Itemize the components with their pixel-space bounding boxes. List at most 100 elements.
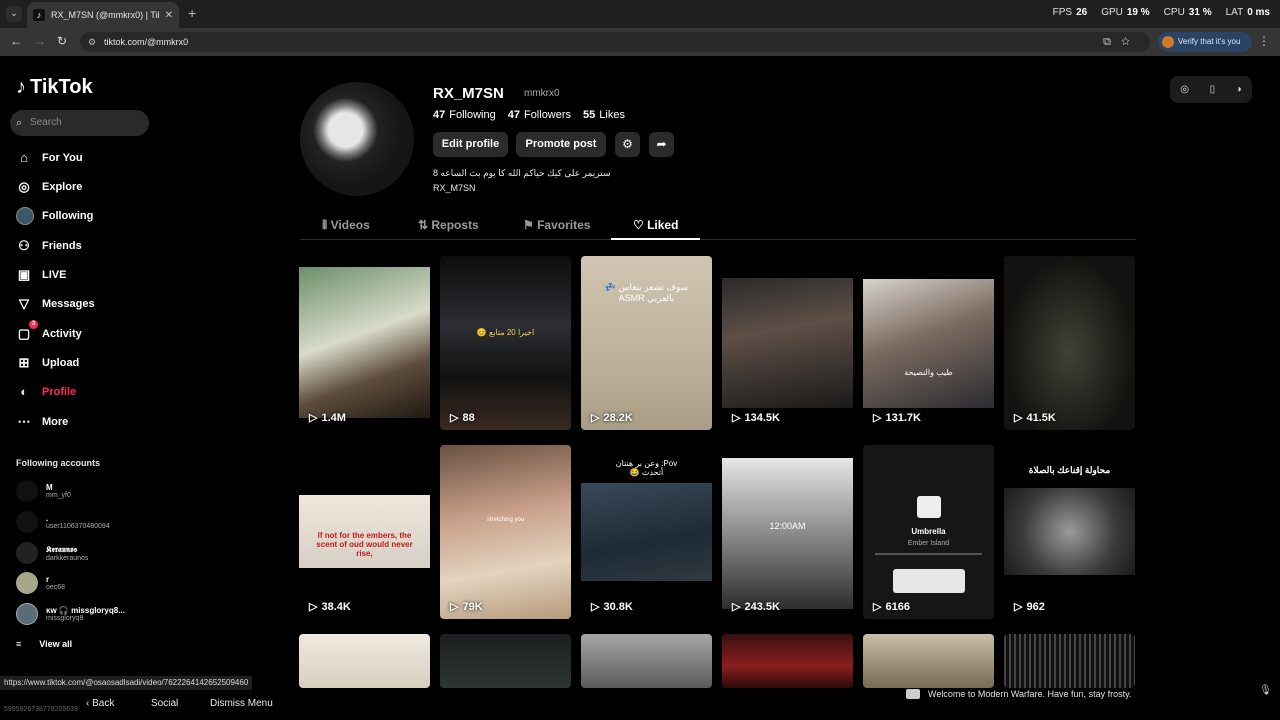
following-account-item[interactable]: 𝕶𝖊𝖗𝖆𝖚𝖓𝖔𝖘 darkkeraunos — [16, 542, 88, 564]
video-card[interactable]: Pov: وعن بر هنتان أتحدث 😂 ▷ 30.8K — [581, 445, 712, 619]
new-tab-icon[interactable]: + — [188, 5, 196, 21]
play-icon: ▷ — [1014, 412, 1023, 424]
play-icon: ▷ — [450, 601, 459, 613]
browser-menu-icon[interactable]: ⋮ — [1258, 34, 1270, 48]
video-card[interactable] — [863, 634, 994, 688]
video-card[interactable]: stretching you ▷ 79K — [440, 445, 571, 619]
video-card[interactable]: ▷ 134.5K — [722, 256, 853, 430]
browser-tab-bar: ⌄ ♪ RX_M7SN (@mmkrx0) | TikTok ✕ + FPS26… — [0, 0, 1280, 28]
tab-reposts[interactable]: ⇅ Reposts — [418, 218, 479, 232]
video-caption: اخيرا 20 متابع 😊 — [476, 328, 535, 337]
sidebar-item-friends[interactable]: ⚇ Friends — [16, 238, 82, 254]
sidebar-item-profile[interactable]: ◐ Profile — [16, 384, 76, 399]
following-account-item[interactable]: ĸw 🎧 missgloryq8... missgloryq8 — [16, 603, 125, 625]
profile-username: RX_M7SN — [433, 85, 504, 102]
tab-liked[interactable]: ♡ Liked — [633, 218, 678, 232]
video-card[interactable]: ▷ 1.4M — [299, 256, 430, 430]
close-tab-icon[interactable]: ✕ — [165, 10, 173, 21]
activity-icon: ▢ 3 — [16, 320, 38, 342]
sidebar-item-activity[interactable]: ▢ 3 Activity — [16, 320, 82, 342]
forward-arrow-icon[interactable]: → — [34, 34, 46, 48]
promote-post-button[interactable]: Promote post — [516, 132, 606, 157]
sidebar-item-messages[interactable]: ▽ Messages — [16, 296, 95, 312]
fps-stat: FPS 26 — [1052, 7, 1088, 18]
video-card[interactable]: اخيرا 20 متابع 😊 ▷ 88 — [440, 256, 571, 430]
reload-icon[interactable]: ↻ — [57, 34, 67, 48]
dark-mode-icon[interactable]: ◑ — [1236, 84, 1242, 95]
tab-videos[interactable]: ⦀ Videos — [322, 218, 370, 233]
video-card[interactable]: ▷ 41.5K — [1004, 256, 1135, 430]
tiktok-favicon-icon: ♪ — [33, 9, 45, 21]
chat-icon — [906, 689, 920, 699]
tab-search-dropdown[interactable]: ⌄ — [6, 6, 22, 22]
video-card[interactable]: طيب والنصيحة ▷ 131.7K — [863, 256, 994, 430]
video-thumbnail — [1004, 488, 1135, 575]
sidebar-item-explore[interactable]: ◎ Explore — [16, 179, 82, 195]
sidebar-item-for-you[interactable]: ⌂ For You — [16, 150, 82, 165]
video-card[interactable] — [1004, 634, 1135, 688]
view-count: ▷ 30.8K — [591, 600, 633, 614]
profile-avatar[interactable] — [300, 82, 414, 196]
dismiss-menu-button[interactable]: Dismiss Menu — [200, 694, 283, 714]
tab-favorites[interactable]: ⚑ Favorites — [523, 218, 590, 232]
latency-stat: LAT 0 ms — [1225, 7, 1270, 18]
more-icon: ⋯ — [17, 414, 31, 429]
play-icon: ▷ — [591, 601, 600, 613]
coin-icon[interactable]: ◎ — [1180, 84, 1189, 95]
home-icon: ⌂ — [20, 150, 28, 165]
url-field[interactable]: ⚙ tiktok.com/@mmkrx0 ⧉☆ — [80, 32, 1150, 52]
video-thumbnail — [722, 458, 853, 609]
back-arrow-icon[interactable]: ← — [10, 34, 22, 48]
play-icon: ▷ — [873, 601, 882, 613]
tiktok-logo[interactable]: ♪ TikTok — [16, 76, 93, 99]
video-card[interactable] — [581, 634, 712, 688]
view-count: ▷ 6166 — [873, 600, 910, 614]
following-stat[interactable]: 47 Following — [433, 109, 496, 121]
top-right-tools: ◎ ▯ ◑ — [1170, 76, 1252, 103]
video-card[interactable] — [440, 634, 571, 688]
list-icon: ≡ — [16, 639, 22, 649]
verify-profile-button[interactable]: Verify that it's you — [1158, 32, 1252, 52]
share-icon[interactable]: ➦ — [649, 132, 674, 157]
progress-track[interactable] — [875, 553, 982, 555]
followers-stat[interactable]: 47 Followers — [508, 109, 571, 121]
following-account-item[interactable]: Mmm_yf0 — [16, 480, 71, 502]
social-button[interactable]: Social — [141, 694, 188, 714]
video-thumbnail — [440, 445, 571, 619]
device-icon[interactable]: ▯ — [1210, 84, 1216, 95]
back-button[interactable]: ‹ Back — [76, 694, 124, 714]
upload-icon: ⊞ — [18, 355, 30, 370]
search-input[interactable]: ⌕ Search — [10, 110, 149, 136]
cpu-stat: CPU 31 % — [1163, 7, 1212, 18]
profile-stats: 47 Following 47 Followers 55 Likes — [433, 109, 625, 121]
sidebar-item-following[interactable]: Following — [16, 207, 93, 225]
play-icon: ▷ — [591, 412, 600, 424]
view-count: ▷ 88 — [450, 411, 475, 425]
browser-tab[interactable]: ♪ RX_M7SN (@mmkrx0) | TikTok ✕ — [27, 2, 179, 28]
sidebar-item-more[interactable]: ⋯ More — [16, 414, 69, 430]
play-icon: ▷ — [732, 601, 741, 613]
view-all-link[interactable]: ≡ View all — [16, 639, 72, 649]
video-card[interactable]: محاولة إقناعك بالصلاة ▷ 962 — [1004, 445, 1135, 619]
video-card[interactable]: 12:00AM ▷ 243.5K — [722, 445, 853, 619]
search-icon: ⌕ — [16, 117, 23, 129]
settings-gear-icon[interactable]: ⚙ — [615, 132, 640, 157]
video-card[interactable] — [299, 634, 430, 688]
site-info-icon[interactable]: ⚙ — [88, 32, 96, 52]
play-icon: ▷ — [732, 412, 741, 424]
edit-profile-button[interactable]: Edit profile — [433, 132, 508, 157]
install-and-bookmark-icons[interactable]: ⧉☆ — [1103, 32, 1140, 52]
video-card[interactable]: If not for the embers, the scent of oud … — [299, 445, 430, 619]
view-count: ▷ 1.4M — [309, 411, 346, 425]
video-card[interactable] — [722, 634, 853, 688]
likes-stat: 55 Likes — [583, 109, 625, 121]
video-card[interactable]: سوف تشعر بنعاس 💤 بالعربي ASMR ▷ 28.2K — [581, 256, 712, 430]
microphone-icon[interactable]: 🎙 — [1259, 685, 1272, 696]
video-thumbnail — [1004, 256, 1135, 430]
following-account-item[interactable]: . user1106370480094 — [16, 511, 110, 533]
sidebar-item-live[interactable]: ▣ LIVE — [16, 267, 67, 283]
sidebar-item-upload[interactable]: ⊞ Upload — [16, 355, 80, 371]
following-account-item[interactable]: r oec68 — [16, 572, 65, 594]
address-bar-row: ← → ↻ ⚙ tiktok.com/@mmkrx0 ⧉☆ Verify tha… — [0, 28, 1280, 56]
video-card[interactable]: Umbrella Ember Island ▷ 6166 — [863, 445, 994, 619]
